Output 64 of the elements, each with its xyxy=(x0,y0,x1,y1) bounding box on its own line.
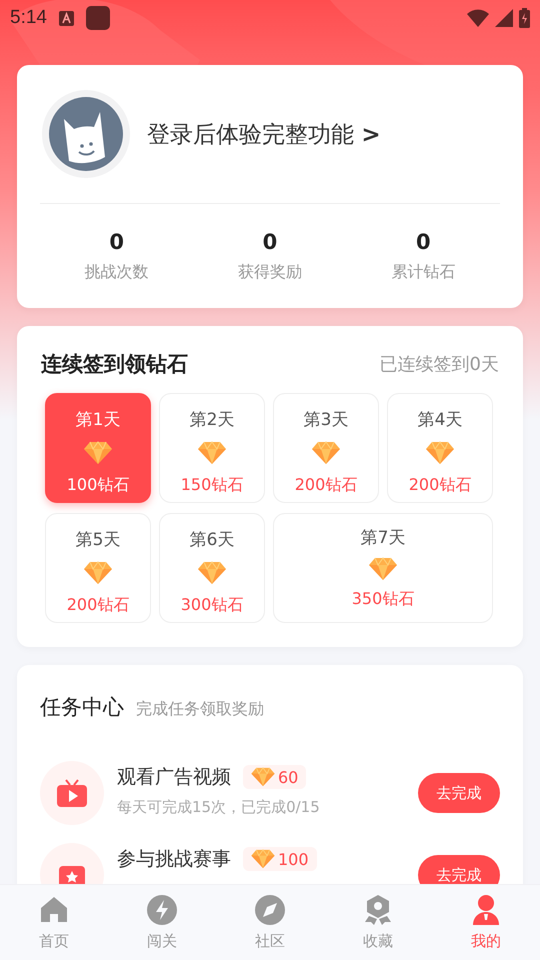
day-label: 第7天 xyxy=(360,527,406,549)
day-tile[interactable]: 第7天 350钻石 xyxy=(273,513,493,623)
day-tile[interactable]: 第6天 300钻石 xyxy=(159,513,265,623)
app-icon xyxy=(86,6,110,30)
diamond-icon xyxy=(84,561,112,585)
badge-icon xyxy=(362,894,394,926)
reward-text: 200钻石 xyxy=(408,475,472,496)
reward-text: 150钻石 xyxy=(180,475,244,496)
tv-play-icon xyxy=(56,778,88,808)
complete-button[interactable]: 去完成 xyxy=(418,855,500,884)
stat-label: 累计钻石 xyxy=(391,262,456,282)
stat-value: 0 xyxy=(416,230,431,254)
day-tile[interactable]: 第3天 200钻石 xyxy=(273,393,379,503)
section-title: 任务中心 xyxy=(40,694,124,721)
person-icon xyxy=(470,894,502,926)
complete-button[interactable]: 去完成 xyxy=(418,773,500,813)
task-title: 参与挑战赛事 xyxy=(117,847,231,872)
day-label: 第3天 xyxy=(304,409,348,431)
reward-tag: 60 xyxy=(243,765,306,789)
stat-label: 挑战次数 xyxy=(84,262,149,282)
day-label: 第1天 xyxy=(76,409,120,431)
task-title: 观看广告视频 xyxy=(117,765,231,790)
section-subtitle: 完成任务领取奖励 xyxy=(136,699,264,720)
nav-tab[interactable]: 闯关 xyxy=(108,885,216,960)
day-tile[interactable]: 第1天 100钻石 xyxy=(45,393,151,503)
stat-value: 0 xyxy=(109,230,124,254)
reward-text: 100钻石 xyxy=(66,475,130,496)
reward-text: 300钻石 xyxy=(180,595,244,616)
diamond-icon xyxy=(426,441,454,465)
task-detail: 每天可完成15次，已完成0/15 xyxy=(117,798,321,817)
compass-icon xyxy=(254,894,286,926)
reward-text: 200钻石 xyxy=(66,595,130,616)
day-label: 第5天 xyxy=(76,529,120,551)
diamond-icon xyxy=(198,441,226,465)
day-label: 第2天 xyxy=(190,409,234,431)
wifi-icon xyxy=(467,9,489,27)
day-tile[interactable]: 第5天 200钻石 xyxy=(45,513,151,623)
status-time: 5:14 xyxy=(10,7,47,29)
nav-tab[interactable]: 社区 xyxy=(216,885,324,960)
diamond-icon xyxy=(251,767,275,787)
day-tile[interactable]: 第4天 200钻石 xyxy=(387,393,493,503)
nav-tab[interactable]: 首页 xyxy=(0,885,108,960)
login-link[interactable]: 登录后体验完整功能 > xyxy=(147,118,381,150)
diamond-icon xyxy=(198,561,226,585)
reward-text: 350钻石 xyxy=(352,589,414,610)
reward-text: 200钻石 xyxy=(294,475,358,496)
day-label: 第4天 xyxy=(418,409,462,431)
diamond-icon xyxy=(369,557,397,581)
diamond-icon xyxy=(251,849,275,869)
battery-charging-icon xyxy=(519,8,530,28)
avatar-icon[interactable] xyxy=(42,90,130,178)
reward-tag: 100 xyxy=(243,847,317,871)
section-title: 连续签到领钻石 xyxy=(41,351,188,378)
streak-text: 已连续签到0天 xyxy=(380,353,499,376)
nav-tab[interactable]: 收藏 xyxy=(324,885,432,960)
day-label: 第6天 xyxy=(190,529,234,551)
nav-tab[interactable]: 我的 xyxy=(432,885,540,960)
diamond-icon xyxy=(84,441,112,465)
lightning-icon xyxy=(146,894,178,926)
stat-value: 0 xyxy=(262,230,278,254)
diamond-icon xyxy=(312,441,340,465)
signal-icon xyxy=(495,9,513,27)
day-tile[interactable]: 第2天 150钻石 xyxy=(159,393,265,503)
stat-label: 获得奖励 xyxy=(238,262,302,282)
